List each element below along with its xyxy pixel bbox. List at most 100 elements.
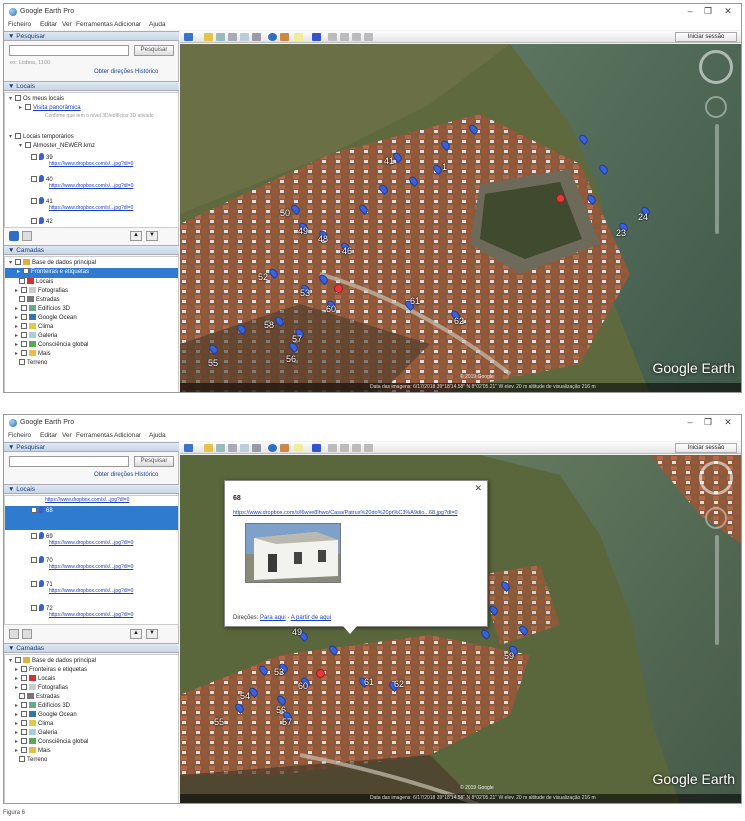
menu-help[interactable]: Ajuda (149, 432, 166, 439)
zoom-slider[interactable] (715, 124, 719, 234)
move-up-button[interactable]: ▲ (130, 231, 142, 241)
directions-history-links[interactable]: Obter direções Histórico (94, 69, 158, 75)
menu-tools[interactable]: Ferramentas (76, 432, 113, 439)
zoom-slider[interactable] (715, 535, 719, 645)
pin-url[interactable]: https://www.dropbox.com/s/...jpg?dl=0 (49, 540, 133, 550)
minimize-icon[interactable]: – (683, 6, 697, 16)
search-button[interactable]: Pesquisar (134, 45, 174, 56)
layer-borders[interactable]: ▸ Fronteiras e etiquetas (5, 268, 178, 278)
search-button[interactable]: Pesquisar (134, 456, 174, 467)
view-list-icon[interactable] (22, 629, 32, 639)
sun-icon[interactable] (280, 33, 289, 41)
menu-edit[interactable]: Editar (40, 432, 57, 439)
sign-in-button[interactable]: Iniciar sessão (675, 443, 737, 453)
hide-sidebar-icon[interactable] (184, 444, 193, 452)
ruler-icon[interactable] (312, 33, 321, 41)
pin-url[interactable]: https://www.dropbox.com/s/...jpg?dl=0 (49, 612, 133, 622)
print-icon[interactable] (340, 33, 349, 41)
move-down-button[interactable]: ▼ (146, 231, 158, 241)
planets-icon[interactable] (294, 33, 303, 41)
search-panel-header[interactable]: ▼ Pesquisar (4, 31, 179, 41)
pin-url[interactable]: https://www.dropbox.com/s/...jpg?dl=0 (49, 205, 133, 215)
maps-icon[interactable] (364, 33, 373, 41)
directions-history-links[interactable]: Obter direções Histórico (94, 472, 158, 478)
path-icon[interactable] (228, 33, 237, 41)
compass-control[interactable] (699, 50, 733, 84)
tour-icon[interactable] (252, 33, 261, 41)
tour-icon[interactable] (252, 444, 261, 452)
selected-placemark[interactable] (316, 669, 325, 678)
map-toolbar: Iniciar sessão (180, 442, 741, 454)
selected-placemark[interactable] (556, 194, 565, 203)
placemark-icon[interactable] (204, 444, 213, 452)
pin-url[interactable]: https://www.dropbox.com/s/...jpg?dl=0 (49, 588, 133, 598)
maps-icon[interactable] (364, 444, 373, 452)
layers-panel-header[interactable]: ▼ Camadas (4, 643, 179, 653)
menu-file[interactable]: Ficheiro (8, 432, 31, 439)
pin-url[interactable]: https://www.dropbox.com/s/...jpg?dl=0 (49, 161, 133, 171)
tree-row-selected-pin[interactable]: 68 (5, 506, 178, 530)
email-icon[interactable] (328, 33, 337, 41)
google-earth-app-icon (9, 419, 17, 427)
menu-tools[interactable]: Ferramentas (76, 21, 113, 28)
ruler-icon[interactable] (312, 444, 321, 452)
compass-control[interactable] (699, 461, 733, 495)
placemark-label: 55 (208, 358, 219, 368)
sign-in-button[interactable]: Iniciar sessão (675, 32, 737, 42)
look-joystick[interactable] (705, 96, 727, 118)
places-panel-header[interactable]: ▼ Locais (4, 81, 179, 91)
maximize-icon[interactable]: ❐ (701, 417, 715, 428)
move-down-button[interactable]: ▼ (146, 629, 158, 639)
search-places-icon[interactable] (9, 629, 19, 639)
balloon-link[interactable]: https://www.dropbox.com/s/l6wve8lhwo/Cas… (233, 510, 458, 516)
close-balloon-icon[interactable]: ✕ (474, 483, 482, 494)
selected-placemark[interactable] (334, 284, 343, 293)
map-view[interactable]: 41 50 49 48 46 52 53 58 60 61 62 55 56 5… (180, 44, 741, 392)
house-photo[interactable] (245, 523, 341, 583)
layer-terrain[interactable]: Terreno (19, 756, 47, 766)
planets-icon[interactable] (294, 444, 303, 452)
view-list-icon[interactable] (22, 231, 32, 241)
menu-view[interactable]: Ver (62, 432, 72, 439)
menu-add[interactable]: Adicionar (114, 21, 141, 28)
menu-help[interactable]: Ajuda (149, 21, 166, 28)
overlay-icon[interactable] (240, 444, 249, 452)
polygon-icon[interactable] (216, 444, 225, 452)
menu-add[interactable]: Adicionar (114, 432, 141, 439)
historical-imagery-icon[interactable] (268, 33, 277, 41)
menu-edit[interactable]: Editar (40, 21, 57, 28)
menu-view[interactable]: Ver (62, 21, 72, 28)
placemark-icon[interactable] (204, 33, 213, 41)
path-icon[interactable] (228, 444, 237, 452)
look-joystick[interactable] (705, 507, 727, 529)
search-panel-header[interactable]: ▼ Pesquisar (4, 442, 179, 452)
map-view[interactable]: 55 54 56 57 61 62 49 53 60 59 ✕ 68 https… (180, 455, 741, 803)
places-panel-header[interactable]: ▼ Locais (4, 484, 179, 494)
tree-row-pin[interactable]: 42 (31, 217, 53, 227)
close-icon[interactable]: ✕ (721, 6, 735, 17)
minimize-icon[interactable]: – (683, 417, 697, 427)
email-icon[interactable] (328, 444, 337, 452)
close-icon[interactable]: ✕ (721, 417, 735, 428)
layers-panel-header[interactable]: ▼ Camadas (4, 245, 179, 255)
search-input[interactable] (9, 45, 129, 56)
pin-url[interactable]: https://www.dropbox.com/s/...jpg?dl=0 (49, 183, 133, 193)
directions-from-here-link[interactable]: A partir de aqui (291, 615, 331, 621)
move-up-button[interactable]: ▲ (130, 629, 142, 639)
historical-imagery-icon[interactable] (268, 444, 277, 452)
polygon-icon[interactable] (216, 33, 225, 41)
tree-row-kmz-file[interactable]: ▾ Almoster_NEWER.kmz (19, 142, 95, 152)
pin-url[interactable]: https://www.dropbox.com/s/...jpg?dl=0 (49, 564, 133, 574)
directions-to-here-link[interactable]: Para aqui (260, 615, 286, 621)
search-places-icon[interactable] (9, 231, 19, 241)
print-icon[interactable] (340, 444, 349, 452)
menu-file[interactable]: Ficheiro (8, 21, 31, 28)
maximize-icon[interactable]: ❐ (701, 6, 715, 17)
save-image-icon[interactable] (352, 33, 361, 41)
hide-sidebar-icon[interactable] (184, 33, 193, 41)
overlay-icon[interactable] (240, 33, 249, 41)
search-input[interactable] (9, 456, 129, 467)
save-image-icon[interactable] (352, 444, 361, 452)
sun-icon[interactable] (280, 444, 289, 452)
layer-terrain[interactable]: Terreno (19, 359, 47, 369)
